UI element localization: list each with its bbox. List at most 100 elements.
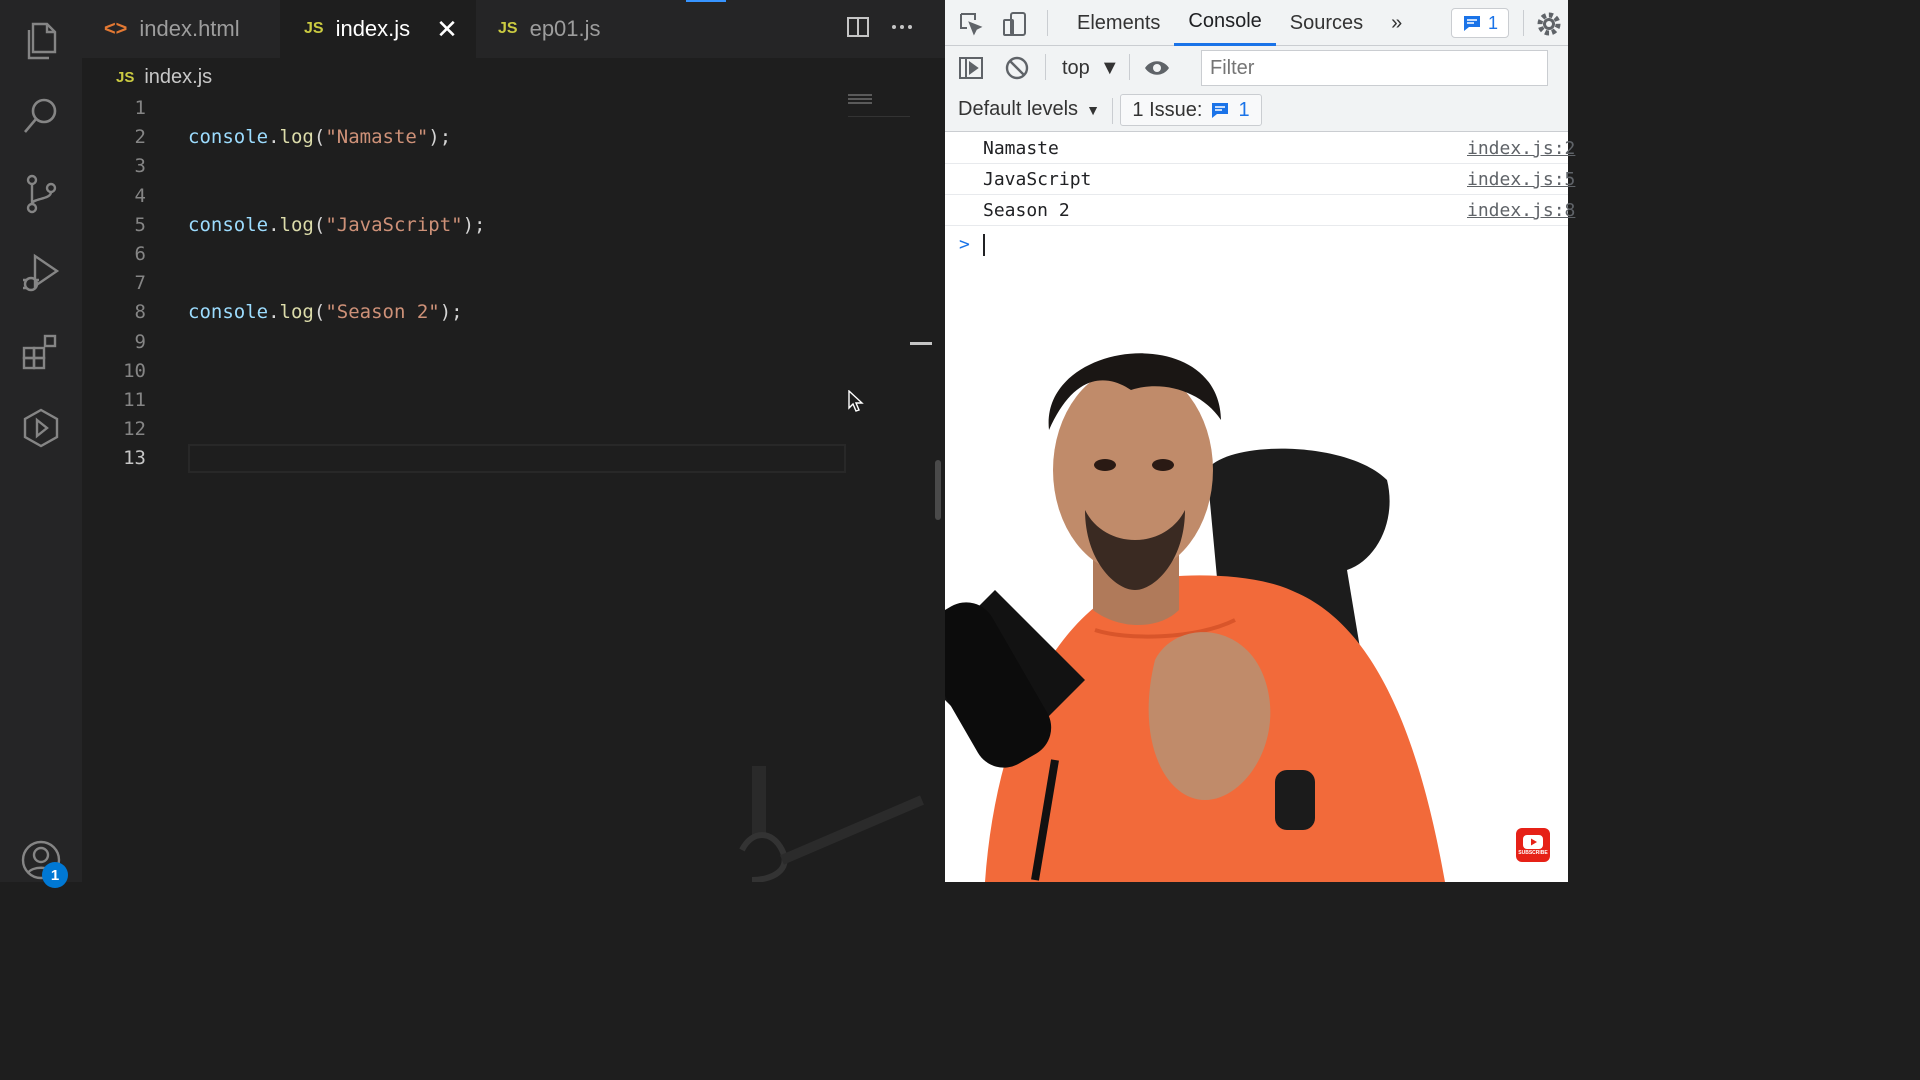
code-token-paren: ); [462,213,486,236]
line-number: 6 [134,242,146,265]
console-message: Namaste index.js:2 [945,133,1575,164]
toolbar-separator [1129,54,1130,80]
js-file-icon: JS [116,68,135,86]
toolbar-separator [1045,54,1046,80]
source-control-icon[interactable] [17,170,65,218]
code-token-paren: ( [313,213,326,236]
line-number: 9 [134,330,146,353]
split-editor-icon[interactable] [845,14,871,45]
log-levels-dropdown[interactable]: Default levels ▼ [958,98,1100,121]
tab-index-html[interactable]: <> index.html [82,0,280,58]
line-number: 2 [134,126,146,149]
clear-console-icon[interactable] [1003,54,1031,82]
files-icon[interactable] [17,16,65,64]
subscribe-label: SUBSCRIBE [1518,849,1548,856]
line-number: 8 [134,301,146,324]
line-number: 4 [134,184,146,207]
code-token-function: log [279,126,314,149]
minimap[interactable] [848,94,872,108]
more-actions-icon[interactable] [889,14,915,45]
message-icon [1463,16,1480,31]
toolbar-separator [1047,10,1048,36]
line-number-current: 13 [123,447,146,470]
code-line[interactable] [188,152,848,181]
js-file-icon: JS [498,20,518,37]
code-line[interactable] [188,269,848,298]
devtools-tabs: Elements Console Sources » [1063,0,1416,46]
toolbar-separator [1112,98,1113,124]
tab-label: index.html [139,16,240,41]
search-icon[interactable] [17,92,65,140]
console-source-link[interactable]: index.js:2 [1467,138,1575,159]
code-line[interactable] [188,415,848,444]
mouse-cursor-icon [848,390,864,412]
microphone-stand-image [739,766,924,882]
issues-pill-button[interactable]: 1 Issue: 1 [1120,94,1262,126]
code-token-object: console [188,301,269,324]
live-expression-eye-icon[interactable] [1143,54,1171,82]
code-token-dot: . [268,213,280,236]
console-prompt-icon: > [959,234,970,255]
youtube-play-icon [1523,834,1543,849]
code-line[interactable]: console.log("Season 2"); [188,298,848,327]
extensions-icon[interactable] [17,326,65,374]
breadcrumb-file[interactable]: index.js [144,66,212,89]
code-line[interactable] [188,182,848,211]
line-number: 10 [123,359,146,382]
code-line[interactable] [188,386,848,415]
console-message-text: JavaScript [983,169,1092,190]
code-line[interactable] [188,357,848,386]
subscribe-button[interactable]: SUBSCRIBE [1516,828,1550,862]
run-debug-icon[interactable] [17,248,65,296]
tab-sources[interactable]: Sources [1276,0,1377,46]
tab-console[interactable]: Console [1174,0,1276,46]
filter-input[interactable] [1201,50,1548,86]
tab-label: ep01.js [529,16,601,41]
line-number: 7 [134,272,146,295]
scrollbar-thumb[interactable] [935,460,941,520]
devtools-toolbar: Elements Console Sources » 1 [945,0,1568,46]
presenter-webcam-image [945,353,1445,882]
show-sidebar-icon[interactable] [957,54,985,82]
code-token-function: log [279,301,314,324]
code-line[interactable] [188,240,848,269]
message-icon [1212,103,1229,118]
breadcrumb[interactable]: JS index.js [116,64,212,90]
scrollbar-marker [910,342,932,345]
code-token-string: "JavaScript" [325,213,463,236]
context-selector[interactable]: top ▼ [1062,54,1120,82]
code-token-paren: ); [439,301,463,324]
inspect-element-icon[interactable] [957,10,985,38]
code-line[interactable]: console.log("Namaste"); [188,123,848,152]
tab-index-js[interactable]: JS index.js ✕ [280,0,476,58]
code-token-paren: ( [313,126,326,149]
code-line-current[interactable] [188,444,846,474]
code-line[interactable] [188,328,848,357]
code-token-object: console [188,126,269,149]
code-area[interactable]: console.log("Namaste"); console.log("Jav… [188,94,848,474]
code-line[interactable] [188,94,848,123]
console-source-link[interactable]: index.js:8 [1467,200,1575,221]
device-toolbar-icon[interactable] [1001,10,1029,38]
console-source-link[interactable]: index.js:5 [1467,169,1575,190]
console-levels-bar: Default levels ▼ 1 Issue: 1 [945,90,1568,132]
close-icon[interactable]: ✕ [432,14,462,44]
more-tabs-icon[interactable]: » [1377,0,1416,46]
context-value: top [1062,56,1090,79]
tab-elements[interactable]: Elements [1063,0,1174,46]
console-input-caret[interactable] [983,234,985,256]
code-line[interactable]: console.log("JavaScript"); [188,211,848,240]
line-number: 11 [123,388,146,411]
code-token-function: log [279,213,314,236]
issues-counter-button[interactable]: 1 [1451,8,1509,38]
tab-bar: <> index.html JS index.js ✕ JS ep01.js [82,0,945,58]
settings-gear-icon[interactable] [1535,10,1563,38]
tab-ep01-js[interactable]: JS ep01.js [476,0,668,58]
code-token-paren: ); [428,126,452,149]
line-number: 12 [123,418,146,441]
editor: <> index.html JS index.js ✕ JS ep01.js J… [82,0,945,882]
console-message-text: Season 2 [983,200,1070,221]
console-message: Season 2 index.js:8 [945,195,1575,226]
remote-explorer-icon[interactable] [17,404,65,452]
code-token-dot: . [268,301,280,324]
